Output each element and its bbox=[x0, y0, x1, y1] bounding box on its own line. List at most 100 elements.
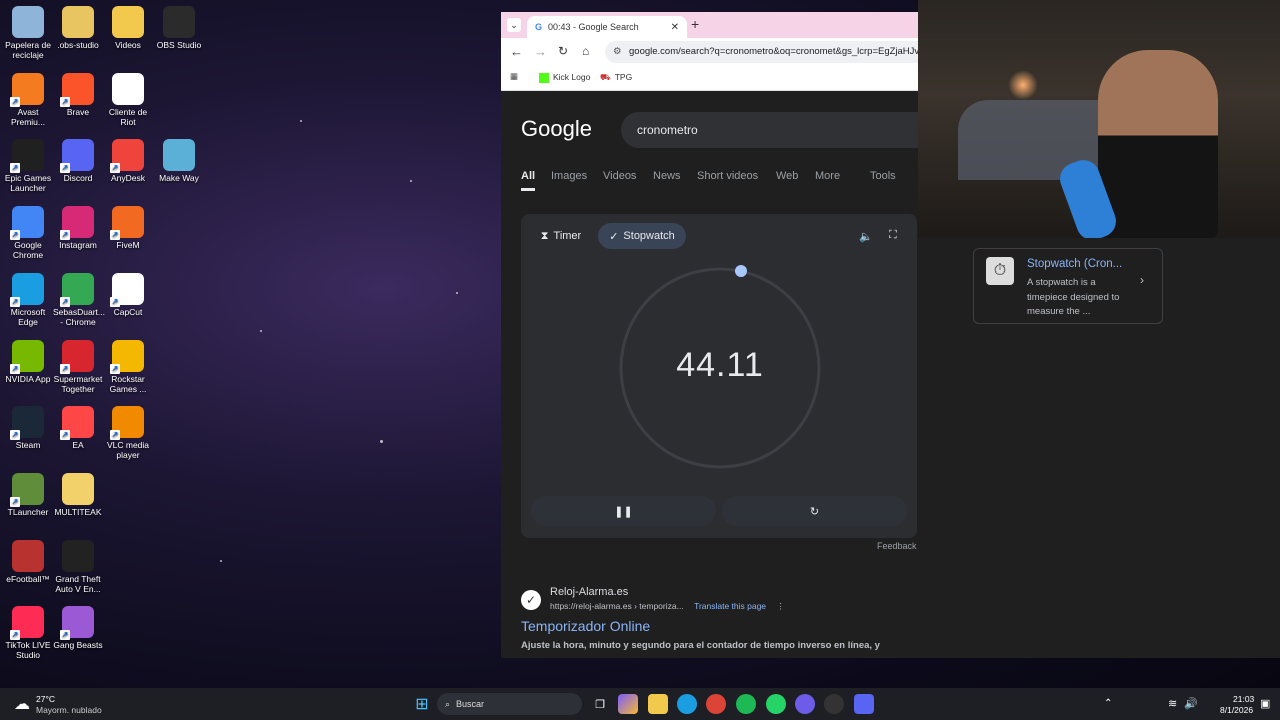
bookmark-kick-logo[interactable]: Kick Logo bbox=[539, 72, 590, 83]
desktop-icon[interactable]: TikTok LIVE Studio bbox=[3, 606, 53, 660]
desktop-icon[interactable]: Microsoft Edge bbox=[3, 272, 53, 327]
google-favicon-icon: G bbox=[535, 22, 543, 32]
file-explorer-icon[interactable] bbox=[648, 694, 668, 714]
weather-icon[interactable]: ☁ bbox=[14, 694, 30, 714]
chrome-icon[interactable] bbox=[706, 694, 726, 714]
hourglass-icon: ⧗ bbox=[540, 229, 549, 242]
site-info-icon[interactable]: ⚙ bbox=[613, 41, 622, 63]
stopwatch-tab[interactable]: ✓ Stopwatch bbox=[598, 223, 686, 249]
desktop-icon[interactable]: Rockstar Games ... bbox=[103, 339, 153, 394]
desktop-icon[interactable]: CapCut bbox=[103, 272, 153, 317]
translate-link[interactable]: Translate this page bbox=[694, 601, 766, 611]
desktop-icon[interactable]: Papelera de reciclaje bbox=[3, 6, 53, 60]
desktop-icon[interactable]: Steam bbox=[3, 406, 53, 450]
bookmark-tpg[interactable]: ⛟ TPG bbox=[600, 72, 632, 84]
knowledge-card[interactable]: ⏱ Stopwatch (Cron... A stopwatch is a ti… bbox=[973, 248, 1163, 324]
reset-button[interactable]: ↻ bbox=[722, 496, 907, 526]
search-tab[interactable]: News bbox=[653, 170, 681, 182]
folder-icon bbox=[112, 6, 144, 38]
weather-desc: Mayorm. nublado bbox=[36, 705, 102, 715]
bookmark-label: TPG bbox=[614, 72, 633, 82]
desktop-icon[interactable]: Instagram bbox=[53, 206, 103, 250]
tab-title: 00:43 - Google Search bbox=[548, 22, 639, 32]
taskbar-search[interactable]: ⌕ Buscar bbox=[437, 693, 582, 715]
desktop-icon[interactable]: AnyDesk bbox=[103, 139, 153, 183]
pause-button[interactable]: ❚❚ bbox=[531, 496, 716, 526]
volume-icon[interactable]: 🔊 bbox=[1184, 697, 1198, 710]
close-tab-icon[interactable]: ✕ bbox=[671, 22, 679, 33]
desktop-icon[interactable]: Supermarket Together bbox=[53, 339, 103, 394]
address-bar[interactable]: ⚙ google.com/search?q=cronometro&oq=cron… bbox=[605, 41, 918, 63]
desktop-icon[interactable]: MULTITEAK bbox=[53, 472, 103, 517]
clock-time[interactable]: 21:03 bbox=[1233, 694, 1254, 704]
clock-date[interactable]: 8/1/2026 bbox=[1220, 705, 1253, 715]
app-icon[interactable] bbox=[795, 694, 815, 714]
instagram-icon bbox=[60, 206, 94, 241]
desktop-icon[interactable]: EA bbox=[53, 406, 103, 450]
spotify-icon[interactable] bbox=[736, 694, 756, 714]
desktop-icon[interactable]: Gang Beasts bbox=[53, 606, 103, 650]
scrollbar[interactable] bbox=[1270, 238, 1280, 658]
search-input[interactable]: cronometro bbox=[621, 112, 918, 148]
desktop-icon-label: Microsoft Edge bbox=[10, 306, 46, 327]
desktop-icon[interactable]: OBS Studio bbox=[154, 6, 204, 50]
timer-tab[interactable]: ⧗ Timer bbox=[531, 223, 591, 249]
sound-icon[interactable]: 🔈 bbox=[859, 230, 873, 243]
tab-google-search[interactable]: G 00:43 - Google Search ✕ bbox=[527, 16, 687, 38]
home-icon[interactable]: ⌂ bbox=[582, 44, 589, 58]
desktop-icon[interactable]: Discord bbox=[53, 139, 103, 183]
search-tab[interactable]: Short videos bbox=[697, 170, 758, 182]
feedback-link[interactable]: Feedback bbox=[877, 541, 917, 551]
desktop-icon-label: MULTITEAK bbox=[54, 506, 102, 517]
edge-icon[interactable] bbox=[677, 694, 697, 714]
whatsapp-icon[interactable] bbox=[766, 694, 786, 714]
desktop-icon[interactable]: Google Chrome bbox=[3, 206, 53, 260]
apps-icon[interactable]: ▦ bbox=[510, 71, 518, 82]
obs-icon[interactable] bbox=[824, 694, 844, 714]
desktop-icon[interactable]: NVIDIA App bbox=[3, 339, 53, 384]
desktop-icon[interactable]: SebasDuart... - Chrome bbox=[53, 272, 105, 327]
google-logo[interactable]: Google bbox=[521, 116, 592, 142]
search-tab[interactable]: Images bbox=[551, 170, 587, 182]
bookmarks-bar: ▦ Kick Logo ⛟ TPG bbox=[501, 66, 918, 91]
search-tab[interactable]: Tools bbox=[870, 170, 896, 182]
desktop-icon[interactable]: Avast Premiu... bbox=[3, 72, 53, 127]
back-icon[interactable]: ← bbox=[510, 44, 523, 59]
desktop-icon[interactable]: Make Way bbox=[154, 139, 204, 183]
desktop-icon[interactable]: TLauncher bbox=[3, 472, 53, 517]
search-tab[interactable]: All bbox=[521, 170, 536, 191]
fullscreen-icon[interactable]: ⛶ bbox=[889, 229, 897, 242]
desktop-icon[interactable]: .obs-studio bbox=[53, 6, 103, 50]
desktop-icon[interactable]: Epic Games Launcher bbox=[3, 139, 53, 193]
search-tab[interactable]: Web bbox=[776, 170, 798, 182]
makeway-icon bbox=[163, 139, 195, 172]
webcam-overlay bbox=[918, 0, 1280, 238]
result-title[interactable]: Temporizador Online bbox=[521, 618, 650, 634]
desktop-icon[interactable]: Cliente de Riot bbox=[103, 72, 153, 127]
more-options-icon[interactable]: ⋮ bbox=[776, 601, 785, 611]
start-icon[interactable]: ⊞ bbox=[412, 694, 432, 714]
desktop-icon[interactable]: Grand Theft Auto V En... bbox=[53, 539, 103, 594]
tab-list-button[interactable]: ⌄ bbox=[507, 18, 521, 32]
search-label: Buscar bbox=[456, 699, 485, 709]
task-view-icon[interactable]: ❐ bbox=[590, 694, 610, 714]
reload-icon[interactable]: ↻ bbox=[558, 44, 568, 58]
desktop-icon[interactable]: Brave bbox=[53, 72, 103, 117]
notification-icon[interactable]: ▣ bbox=[1260, 697, 1270, 710]
ea-icon bbox=[60, 406, 94, 441]
desktop-icon[interactable]: Videos bbox=[103, 6, 153, 50]
reset-icon: ↻ bbox=[809, 505, 820, 518]
desktop-icon[interactable]: eFootball™ bbox=[3, 539, 53, 584]
desktop-icon[interactable]: VLC media player bbox=[103, 406, 153, 460]
discord-icon[interactable] bbox=[854, 694, 874, 714]
tray-chevron-icon[interactable]: ⌃ bbox=[1104, 698, 1112, 709]
new-tab-button[interactable]: + bbox=[691, 16, 699, 32]
result-site[interactable]: Reloj-Alarma.es bbox=[550, 586, 628, 598]
forward-icon[interactable]: → bbox=[534, 44, 547, 59]
desktop-icon[interactable]: FiveM bbox=[103, 206, 153, 250]
copilot-icon[interactable] bbox=[618, 694, 638, 714]
stopwatch-card: ⧗ Timer ✓ Stopwatch 🔈 ⛶ 44.11 ❚❚ ↻ bbox=[521, 214, 917, 538]
search-tab[interactable]: Videos bbox=[603, 170, 636, 182]
search-tab[interactable]: More bbox=[815, 170, 840, 182]
wifi-icon[interactable]: ≋ bbox=[1168, 697, 1177, 710]
